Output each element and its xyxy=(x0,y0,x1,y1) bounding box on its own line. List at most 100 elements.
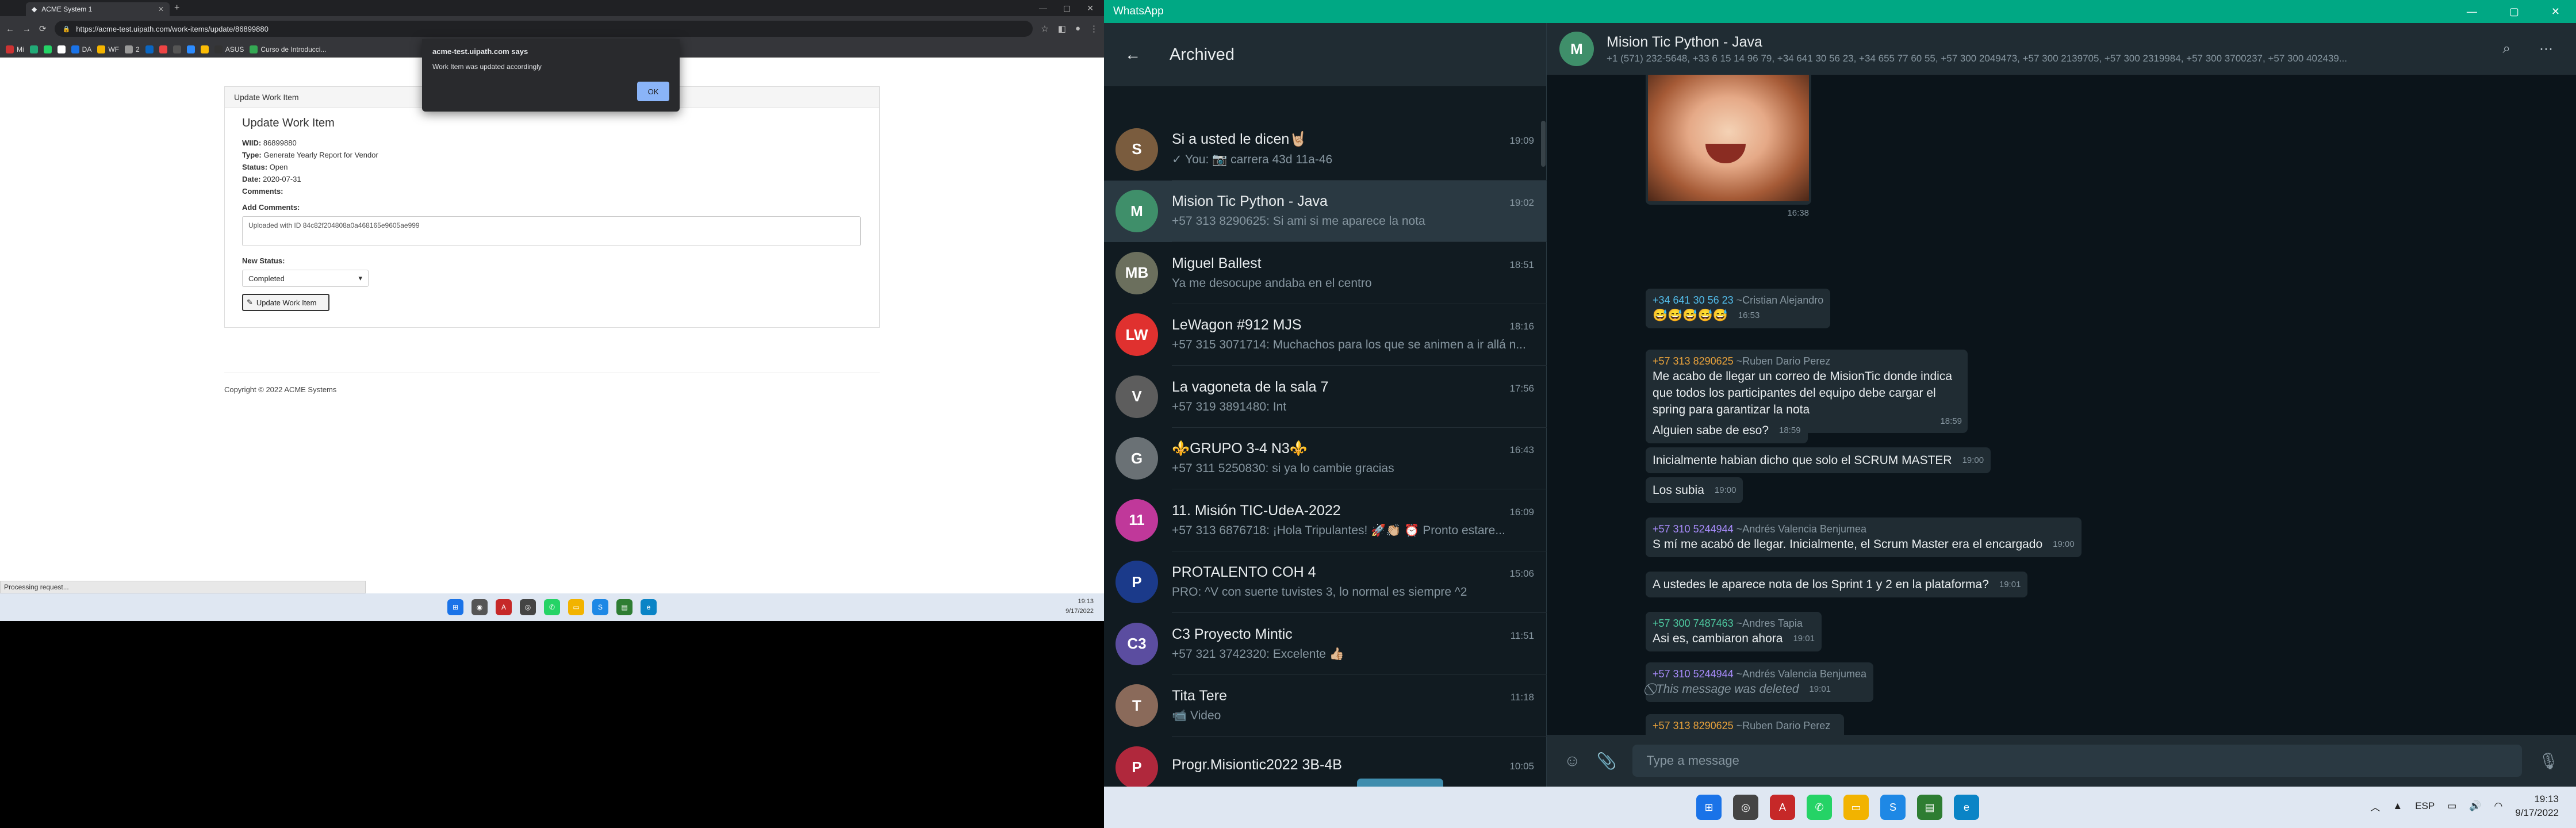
microphone-icon[interactable]: 🎙 xyxy=(2538,752,2559,770)
chat-list-item[interactable]: LW LeWagon #912 MJS 18:16 +57 315 3071714: … xyxy=(1104,304,1547,366)
edge-icon[interactable]: e xyxy=(1954,795,1979,820)
ok-button[interactable]: OK xyxy=(637,82,669,101)
profile-icon[interactable]: ● xyxy=(1075,24,1080,34)
maximize-icon[interactable]: ▢ xyxy=(2509,6,2519,18)
more-options-icon[interactable]: ⋯ xyxy=(2539,41,2553,57)
chat-list-item[interactable]: P PROTALENTO COH 4 15:06 PRO: ^V con suerte… xyxy=(1104,551,1547,613)
studio-icon[interactable]: S xyxy=(1880,795,1906,820)
right-clock[interactable]: 19:13 9/17/2022 xyxy=(2515,792,2559,820)
minimize-icon[interactable]: — xyxy=(2467,6,2477,18)
edge-icon[interactable]: e xyxy=(641,599,657,615)
bookmark[interactable] xyxy=(145,45,154,53)
message-sender[interactable]: +57 313 8290625 ~Ruben Dario Perez xyxy=(1653,354,1961,368)
extension-icon[interactable]: ◧ xyxy=(1058,24,1066,34)
windows-start-icon[interactable]: ⊞ xyxy=(1696,795,1722,820)
back-icon[interactable]: ← xyxy=(6,24,14,34)
maximize-icon[interactable]: ▢ xyxy=(1063,3,1071,13)
chat-preview: Ya me desocupe andaba en el centro xyxy=(1172,276,1372,290)
comment-textarea[interactable]: Uploaded with ID 84c82f204808a0a468165e9… xyxy=(242,216,861,246)
bookmark[interactable] xyxy=(159,45,167,53)
folder-icon[interactable]: ▭ xyxy=(568,599,584,615)
chat-list-item[interactable]: T Tita Tere 11:18 📹 Video xyxy=(1104,675,1547,737)
chat-list-item[interactable]: V La vagoneta de la sala 7 17:56 +57 319 38… xyxy=(1104,366,1547,428)
reload-icon[interactable]: ⟳ xyxy=(39,24,47,34)
close-icon[interactable]: ✕ xyxy=(1087,3,1094,13)
image-message[interactable] xyxy=(1646,75,1811,205)
conversation-header[interactable]: M Mision Tic Python - Java +1 (571) 232-… xyxy=(1547,23,2576,75)
message-sender[interactable]: +34 641 30 56 23 ~Cristian Alejandro xyxy=(1653,293,1823,307)
chat-name: C3 Proyecto Mintic xyxy=(1172,626,1293,642)
whatsapp-icon[interactable]: ✆ xyxy=(544,599,560,615)
bookmark[interactable] xyxy=(200,45,209,53)
bookmark[interactable] xyxy=(29,45,38,53)
folder-icon[interactable]: ▭ xyxy=(1843,795,1869,820)
bookmark[interactable] xyxy=(186,45,195,53)
message-bubble[interactable]: +57 310 5244944 ~Andrés Valencia Benjume… xyxy=(1646,518,2082,557)
chat-list-item[interactable]: 11 11. Misión TIC-UdeA-2022 16:09 +57 313 6… xyxy=(1104,489,1547,551)
chrome-icon[interactable]: ◎ xyxy=(1733,795,1758,820)
menu-icon[interactable]: ⋮ xyxy=(1090,24,1098,34)
bookmark[interactable] xyxy=(172,45,181,53)
message-sender[interactable]: +57 310 5244944 ~Andrés Valencia Benjume… xyxy=(1653,522,2075,536)
bookmark[interactable] xyxy=(57,45,66,53)
chat-list-item[interactable]: M Mision Tic Python - Java 19:02 +57 313 82… xyxy=(1104,180,1547,242)
chat-list-item[interactable]: C3 C3 Proyecto Mintic 11:51 +57 321 3742320… xyxy=(1104,613,1547,675)
bookmark[interactable] xyxy=(43,45,52,53)
chat-list-item[interactable]: MB Miguel Ballest 18:51 Ya me desocupe anda… xyxy=(1104,242,1547,304)
scrollbar-thumb[interactable] xyxy=(1541,121,1546,167)
message-sender[interactable]: +57 313 8290625 ~Ruben Dario Perez xyxy=(1653,719,1837,733)
tray-app-icon[interactable]: ▲ xyxy=(2393,800,2402,812)
windows-start-icon[interactable]: ⊞ xyxy=(447,599,463,615)
search-icon[interactable]: ⌕ xyxy=(2503,41,2510,57)
archived-panel: ← Archived S Si a usted le dicen🤘🏼 19:09 ✓ … xyxy=(1104,23,1547,799)
message-bubble[interactable]: A ustedes le aparece nota de los Sprint … xyxy=(1646,572,2028,597)
bookmark[interactable]: WF xyxy=(97,45,119,53)
minimize-icon[interactable]: — xyxy=(1039,3,1047,13)
new-status-select[interactable]: Completed ▾ xyxy=(242,270,369,287)
back-arrow-icon[interactable]: ← xyxy=(1125,45,1141,64)
studio-icon[interactable]: S xyxy=(592,599,608,615)
bookmark[interactable]: ASUS xyxy=(214,45,244,53)
chat-list-item[interactable]: G ⚜️GRUPO 3-4 N3⚜️ 16:43 +57 311 5250830: s… xyxy=(1104,428,1547,489)
message-input[interactable]: Type a message xyxy=(1632,745,2523,777)
group-avatar[interactable]: M xyxy=(1559,32,1594,66)
message-sender[interactable]: +57 310 5244944 ~Andrés Valencia Benjume… xyxy=(1653,667,1866,681)
chevron-up-icon[interactable]: ︿ xyxy=(2370,799,2380,814)
new-tab-icon[interactable]: + xyxy=(174,3,179,13)
attach-icon[interactable]: 📎 xyxy=(1597,752,1617,770)
bookmark[interactable]: DA xyxy=(71,45,91,53)
whatsapp-icon[interactable]: ✆ xyxy=(1807,795,1832,820)
sheet-icon[interactable]: ▤ xyxy=(1917,795,1942,820)
left-clock[interactable]: 19:13 9/17/2022 xyxy=(1065,597,1094,616)
message-bubble[interactable]: Los subia 19:00 xyxy=(1646,477,1743,503)
app-icon[interactable]: ◉ xyxy=(471,599,488,615)
forward-icon[interactable]: → xyxy=(22,24,31,34)
wifi-icon[interactable]: ◠ xyxy=(2494,800,2503,812)
message-sender[interactable]: +57 300 7487463 ~Andres Tapia xyxy=(1653,616,1815,630)
photo-thumbnail[interactable] xyxy=(1648,75,1809,201)
update-work-item-button[interactable]: ✎ Update Work Item xyxy=(242,294,329,311)
message-bubble[interactable]: Alguien sabe de eso? 18:59 xyxy=(1646,417,1808,443)
message-bubble[interactable]: +34 641 30 56 23 ~Cristian Alejandro 😅😅😅😅… xyxy=(1646,289,1831,328)
message-bubble[interactable]: Inicialmente habian dicho que solo el SC… xyxy=(1646,447,1991,473)
pdf-icon[interactable]: A xyxy=(496,599,512,615)
close-icon[interactable]: ✕ xyxy=(2551,6,2560,18)
bookmark[interactable]: Curso de Introducci... xyxy=(250,45,326,53)
emoji-icon[interactable]: ☺ xyxy=(1564,752,1581,770)
chat-list-item[interactable]: S Si a usted le dicen🤘🏼 19:09 ✓ You: 📷 carr… xyxy=(1104,118,1547,181)
sheet-icon[interactable]: ▤ xyxy=(616,599,632,615)
pdf-icon[interactable]: A xyxy=(1770,795,1795,820)
tab-close-icon[interactable]: ✕ xyxy=(158,5,164,13)
bookmark[interactable]: Mi xyxy=(6,45,24,53)
language-indicator[interactable]: ESP xyxy=(2415,800,2435,812)
message-bubble[interactable]: +57 300 7487463 ~Andres Tapia Asi es, cam… xyxy=(1646,612,1822,651)
star-icon[interactable]: ☆ xyxy=(1041,24,1048,34)
message-bubble[interactable]: +57 310 5244944 ~Andrés Valencia Benjume… xyxy=(1646,662,1873,702)
chat-name: La vagoneta de la sala 7 xyxy=(1172,378,1329,395)
battery-icon[interactable]: ▭ xyxy=(2447,800,2456,812)
bookmark[interactable]: 2 xyxy=(125,45,140,53)
address-bar[interactable]: 🔒 https://acme-test.uipath.com/work-item… xyxy=(54,21,1033,37)
chrome-icon[interactable]: ◎ xyxy=(520,599,536,615)
speaker-icon[interactable]: 🔊 xyxy=(2469,800,2481,812)
browser-tab[interactable]: ◆ ACME System 1 ✕ xyxy=(26,2,170,16)
